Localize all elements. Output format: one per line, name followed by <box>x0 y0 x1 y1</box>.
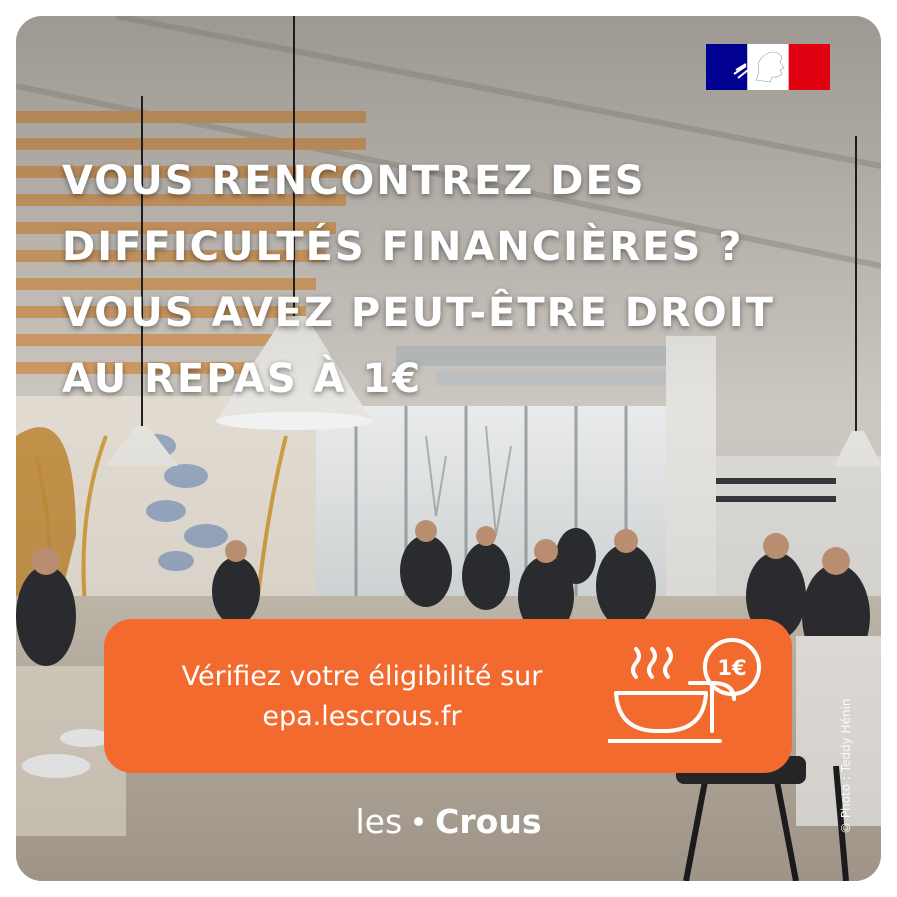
logo-les: les <box>355 802 403 841</box>
poster-card: VOUS RENCONTREZ DES DIFFICULTÉS FINANCIÈ… <box>16 16 881 881</box>
eligibility-text: Vérifiez votre éligibilité sur epa.lescr… <box>122 657 602 737</box>
headline-line-3: VOUS AVEZ PEUT-ÊTRE DROIT <box>62 290 775 336</box>
eligibility-banner[interactable]: Vérifiez votre éligibilité sur epa.lescr… <box>104 619 792 773</box>
price-badge: 1€ <box>717 656 746 680</box>
headline: VOUS RENCONTREZ DES DIFFICULTÉS FINANCIÈ… <box>62 148 822 412</box>
crous-logo: les Crous <box>16 802 881 852</box>
republique-francaise-flag-icon <box>706 44 830 90</box>
headline-line-1: VOUS RENCONTREZ DES <box>62 158 646 204</box>
headline-line-2: DIFFICULTÉS FINANCIÈRES ? <box>62 224 744 270</box>
eligibility-url-link[interactable]: epa.lescrous.fr <box>122 697 602 737</box>
eligibility-line-1: Vérifiez votre éligibilité sur <box>181 661 543 692</box>
meal-bowl-icon: 1€ <box>608 638 761 743</box>
logo-dot-icon <box>414 817 424 826</box>
logo-crous: Crous <box>435 802 542 841</box>
photo-credit: © Photo : Teddy Hénin <box>839 698 853 835</box>
headline-line-4: AU REPAS À 1€ <box>62 356 423 402</box>
